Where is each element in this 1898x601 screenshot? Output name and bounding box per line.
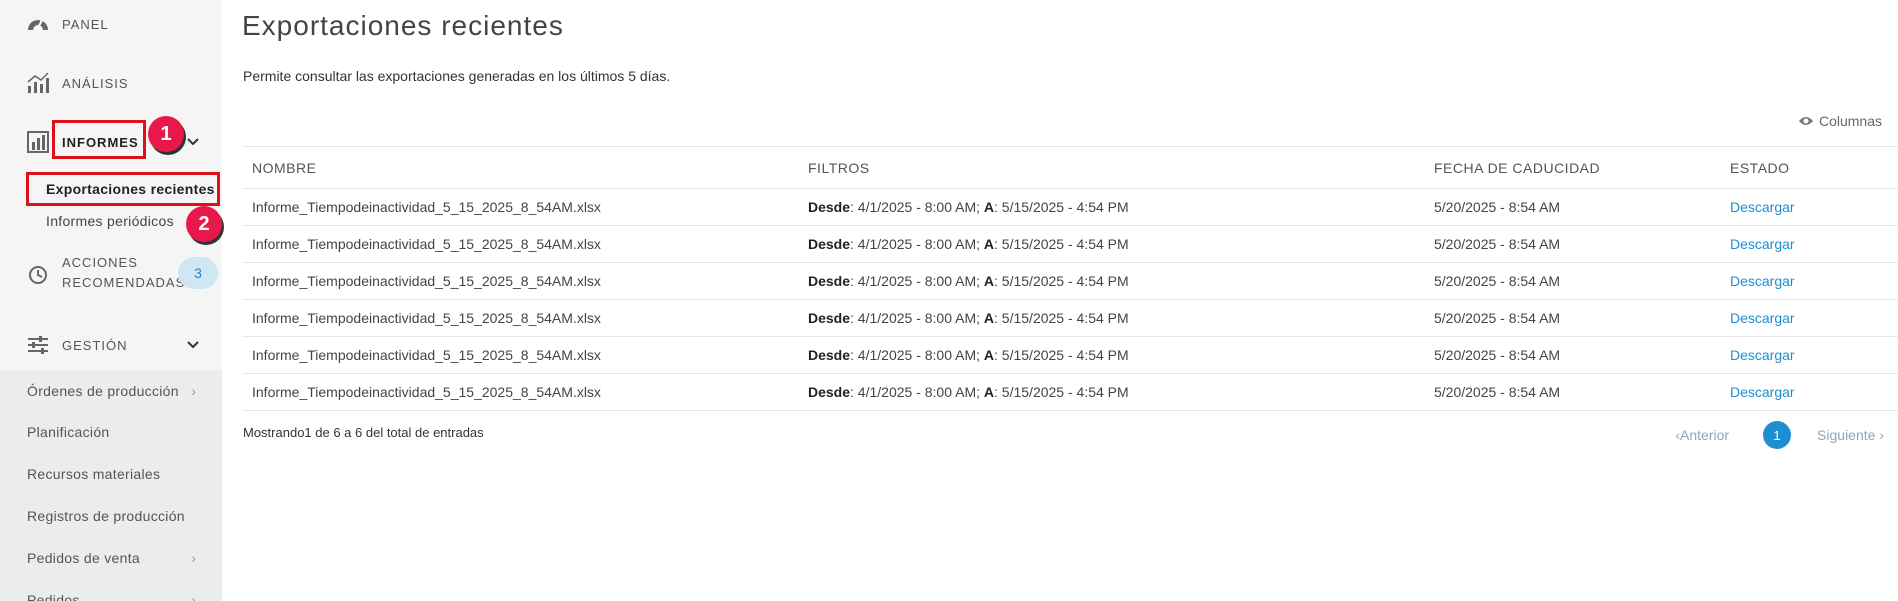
cell-caducidad: 5/20/2025 - 8:54 AM [1424, 299, 1720, 337]
highlight-exportaciones [26, 172, 220, 206]
bar-chart-icon [26, 130, 50, 154]
chevron-down-icon[interactable] [186, 135, 200, 149]
next-page-button[interactable]: Siguiente › [1817, 427, 1884, 443]
prev-page-button[interactable]: ‹Anterior [1675, 427, 1729, 443]
chevron-down-icon[interactable] [186, 338, 200, 352]
cell-estado: Descargar [1720, 299, 1898, 337]
sidebar-item-planificacion[interactable]: Planificación [27, 424, 110, 440]
column-header-caducidad[interactable]: FECHA DE CADUCIDAD [1424, 146, 1720, 189]
cell-caducidad: 5/20/2025 - 8:54 AM [1424, 373, 1720, 411]
chevron-right-icon: › [191, 383, 196, 399]
sidebar-item-pedidos-venta[interactable]: Pedidos de venta [27, 550, 140, 566]
sliders-icon [26, 333, 50, 357]
table-header-row: NOMBRE FILTROS FECHA DE CADUCIDAD ESTADO [242, 146, 1898, 189]
step-marker-1: 1 [148, 116, 184, 152]
acciones-count-badge: 3 [178, 257, 218, 289]
table-row: Informe_Tiempodeinactividad_5_15_2025_8_… [242, 373, 1898, 411]
cell-filtros: Desde: 4/1/2025 - 8:00 AM; A: 5/15/2025 … [798, 299, 1424, 337]
column-header-nombre[interactable]: NOMBRE [242, 146, 798, 189]
main-content: Exportaciones recientes Permite consulta… [222, 0, 1898, 601]
download-link[interactable]: Descargar [1730, 199, 1795, 215]
step-marker-2: 2 [186, 206, 222, 242]
sidebar-item-informes-periodicos[interactable]: Informes periódicos [46, 213, 174, 229]
chevron-right-icon: › [1879, 427, 1884, 443]
cell-nombre: Informe_Tiempodeinactividad_5_15_2025_8_… [242, 225, 798, 263]
eye-icon [1798, 117, 1813, 125]
gestion-submenu: Órdenes de producción › Planificación Re… [0, 370, 222, 601]
download-link[interactable]: Descargar [1730, 236, 1795, 252]
download-link[interactable]: Descargar [1730, 347, 1795, 363]
sidebar-item-ordenes[interactable]: Órdenes de producción [27, 383, 179, 399]
nav-panel-label: PANEL [62, 16, 109, 32]
sidebar-item-recursos[interactable]: Recursos materiales [27, 466, 160, 482]
table-row: Informe_Tiempodeinactividad_5_15_2025_8_… [242, 336, 1898, 374]
cell-filtros: Desde: 4/1/2025 - 8:00 AM; A: 5/15/2025 … [798, 373, 1424, 411]
cell-caducidad: 5/20/2025 - 8:54 AM [1424, 336, 1720, 374]
pagination: ‹Anterior 1 Siguiente › [1675, 421, 1884, 449]
current-page-button[interactable]: 1 [1763, 421, 1792, 449]
columns-button-label: Columnas [1818, 113, 1882, 129]
download-link[interactable]: Descargar [1730, 273, 1795, 289]
highlight-informes [52, 120, 146, 159]
table-row: Informe_Tiempodeinactividad_5_15_2025_8_… [242, 225, 1898, 263]
analytics-icon [26, 71, 50, 95]
cell-filtros: Desde: 4/1/2025 - 8:00 AM; A: 5/15/2025 … [798, 336, 1424, 374]
cell-caducidad: 5/20/2025 - 8:54 AM [1424, 188, 1720, 226]
column-header-estado[interactable]: ESTADO [1720, 146, 1898, 189]
cell-estado: Descargar [1720, 225, 1898, 263]
exports-table: NOMBRE FILTROS FECHA DE CADUCIDAD ESTADO… [242, 146, 1898, 411]
nav-analisis-label: ANÁLISIS [62, 75, 129, 91]
cell-estado: Descargar [1720, 262, 1898, 300]
page-title: Exportaciones recientes [242, 10, 564, 41]
table-row: Informe_Tiempodeinactividad_5_15_2025_8_… [242, 262, 1898, 300]
entries-summary: Mostrando1 de 6 a 6 del total de entrada… [243, 425, 484, 440]
cell-filtros: Desde: 4/1/2025 - 8:00 AM; A: 5/15/2025 … [798, 188, 1424, 226]
nav-gestion[interactable]: GESTIÓN [0, 333, 222, 357]
page-description: Permite consultar las exportaciones gene… [243, 68, 671, 84]
gauge-icon [26, 12, 50, 36]
download-link[interactable]: Descargar [1730, 310, 1795, 326]
history-icon [26, 263, 50, 287]
sidebar-item-pedidos[interactable]: Pedidos [27, 592, 80, 601]
nav-analisis[interactable]: ANÁLISIS [0, 71, 222, 95]
nav-acciones-label-2: RECOMENDADAS [62, 275, 186, 290]
cell-caducidad: 5/20/2025 - 8:54 AM [1424, 262, 1720, 300]
cell-nombre: Informe_Tiempodeinactividad_5_15_2025_8_… [242, 373, 798, 411]
cell-filtros: Desde: 4/1/2025 - 8:00 AM; A: 5/15/2025 … [798, 262, 1424, 300]
cell-estado: Descargar [1720, 188, 1898, 226]
download-link[interactable]: Descargar [1730, 384, 1795, 400]
sidebar-item-registros[interactable]: Registros de producción [27, 508, 185, 524]
table-row: Informe_Tiempodeinactividad_5_15_2025_8_… [242, 299, 1898, 337]
column-header-filtros[interactable]: FILTROS [798, 146, 1424, 189]
sidebar: PANEL ANÁLISIS INFORMES 1 Exportaciones … [0, 0, 222, 601]
columns-button[interactable]: Columnas [1798, 113, 1882, 129]
cell-nombre: Informe_Tiempodeinactividad_5_15_2025_8_… [242, 262, 798, 300]
cell-caducidad: 5/20/2025 - 8:54 AM [1424, 225, 1720, 263]
nav-gestion-label: GESTIÓN [62, 337, 128, 353]
chevron-right-icon: › [191, 592, 196, 601]
nav-acciones-label-1: ACCIONES [62, 255, 138, 270]
cell-estado: Descargar [1720, 373, 1898, 411]
nav-panel[interactable]: PANEL [0, 12, 222, 36]
chevron-right-icon: › [191, 550, 196, 566]
cell-filtros: Desde: 4/1/2025 - 8:00 AM; A: 5/15/2025 … [798, 225, 1424, 263]
cell-estado: Descargar [1720, 336, 1898, 374]
cell-nombre: Informe_Tiempodeinactividad_5_15_2025_8_… [242, 336, 798, 374]
table-row: Informe_Tiempodeinactividad_5_15_2025_8_… [242, 188, 1898, 226]
cell-nombre: Informe_Tiempodeinactividad_5_15_2025_8_… [242, 299, 798, 337]
cell-nombre: Informe_Tiempodeinactividad_5_15_2025_8_… [242, 188, 798, 226]
